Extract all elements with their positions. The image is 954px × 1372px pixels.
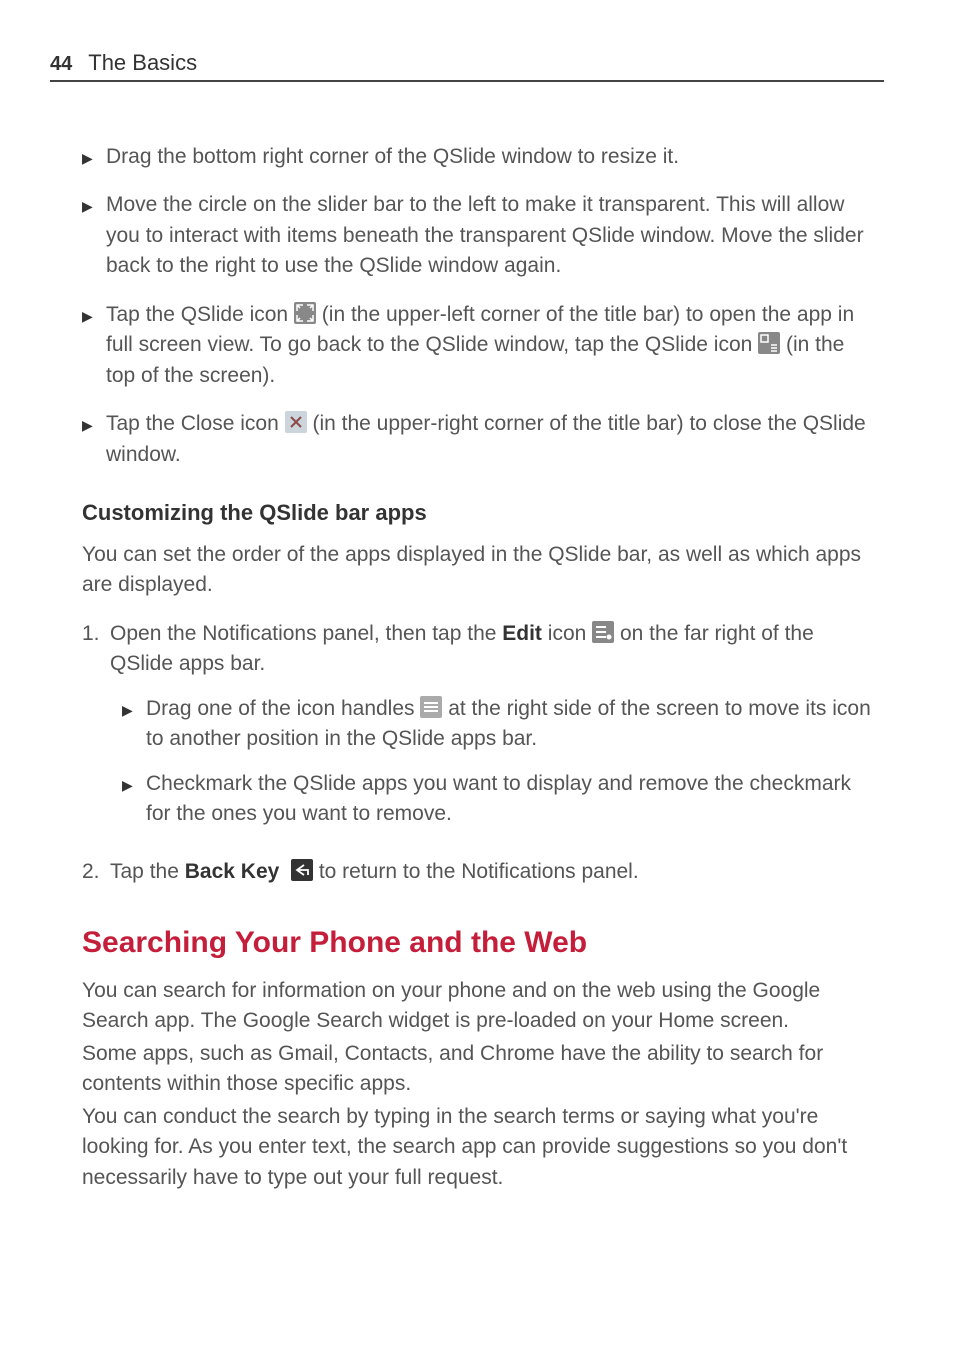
- bullet-item: ▶ Tap the Close icon (in the upper-right…: [82, 409, 874, 470]
- paragraph: You can conduct the search by typing in …: [82, 1102, 874, 1193]
- bullet-text: Tap the QSlide icon (in the upper-left c…: [106, 300, 874, 391]
- sub-bullet-item: ▶ Drag one of the icon handles at the ri…: [122, 694, 874, 755]
- step-segment: icon: [542, 622, 592, 645]
- bullet-text: Drag the bottom right corner of the QSli…: [106, 142, 874, 172]
- edit-icon: [592, 621, 614, 643]
- back-key-icon: [291, 859, 313, 881]
- bullet-marker-icon: ▶: [82, 142, 106, 172]
- step-body: Open the Notifications panel, then tap t…: [110, 619, 874, 844]
- bullet-item: ▶ Move the circle on the slider bar to t…: [82, 190, 874, 281]
- step-body: Tap the Back Key to return to the Notifi…: [110, 857, 874, 887]
- step-segment: Open the Notifications panel, then tap t…: [110, 622, 502, 645]
- numbered-step: 1. Open the Notifications panel, then ta…: [82, 619, 874, 844]
- sub-bullet-text: Drag one of the icon handles at the righ…: [146, 694, 874, 755]
- bullet-item: ▶ Drag the bottom right corner of the QS…: [82, 142, 874, 172]
- bullet-text: Tap the Close icon (in the upper-right c…: [106, 409, 874, 470]
- header-title: The Basics: [88, 50, 197, 76]
- sub-bullet-text: Checkmark the QSlide apps you want to di…: [146, 769, 874, 830]
- subheading-customizing: Customizing the QSlide bar apps: [82, 500, 874, 526]
- bullet-marker-icon: ▶: [82, 190, 106, 281]
- bullet-segment: Tap the QSlide icon: [106, 303, 294, 326]
- sub-bullet-list: ▶ Drag one of the icon handles at the ri…: [110, 694, 874, 830]
- page-content: ▶ Drag the bottom right corner of the QS…: [50, 142, 884, 1193]
- paragraph: You can search for information on your p…: [82, 976, 874, 1037]
- sub-bullet-segment: Drag one of the icon handles: [146, 697, 420, 720]
- numbered-step: 2. Tap the Back Key to return to the Not…: [82, 857, 874, 887]
- bullet-segment: Tap the Close icon: [106, 412, 285, 435]
- drag-handle-icon: [420, 696, 442, 718]
- bold-backkey: Back Key: [185, 860, 280, 883]
- paragraph: You can set the order of the apps displa…: [82, 540, 874, 601]
- qslide-expand-icon: [294, 302, 316, 324]
- bullet-marker-icon: ▶: [122, 694, 146, 755]
- bullet-item: ▶ Tap the QSlide icon (in the upper-left…: [82, 300, 874, 391]
- close-icon: [285, 411, 307, 433]
- paragraph: Some apps, such as Gmail, Contacts, and …: [82, 1039, 874, 1100]
- bullet-marker-icon: ▶: [82, 300, 106, 391]
- section-heading-searching: Searching Your Phone and the Web: [82, 926, 874, 960]
- qslide-collapse-icon: [758, 332, 780, 354]
- page-number: 44: [50, 53, 72, 76]
- bullet-text: Move the circle on the slider bar to the…: [106, 190, 874, 281]
- sub-bullet-item: ▶ Checkmark the QSlide apps you want to …: [122, 769, 874, 830]
- page-header: 44 The Basics: [50, 50, 884, 82]
- bold-edit: Edit: [502, 622, 542, 645]
- bullet-marker-icon: ▶: [122, 769, 146, 830]
- bullet-marker-icon: ▶: [82, 409, 106, 470]
- step-segment: to return to the Notifications panel.: [319, 860, 639, 883]
- step-number: 2.: [82, 857, 110, 887]
- step-number: 1.: [82, 619, 110, 844]
- step-segment: Tap the: [110, 860, 185, 883]
